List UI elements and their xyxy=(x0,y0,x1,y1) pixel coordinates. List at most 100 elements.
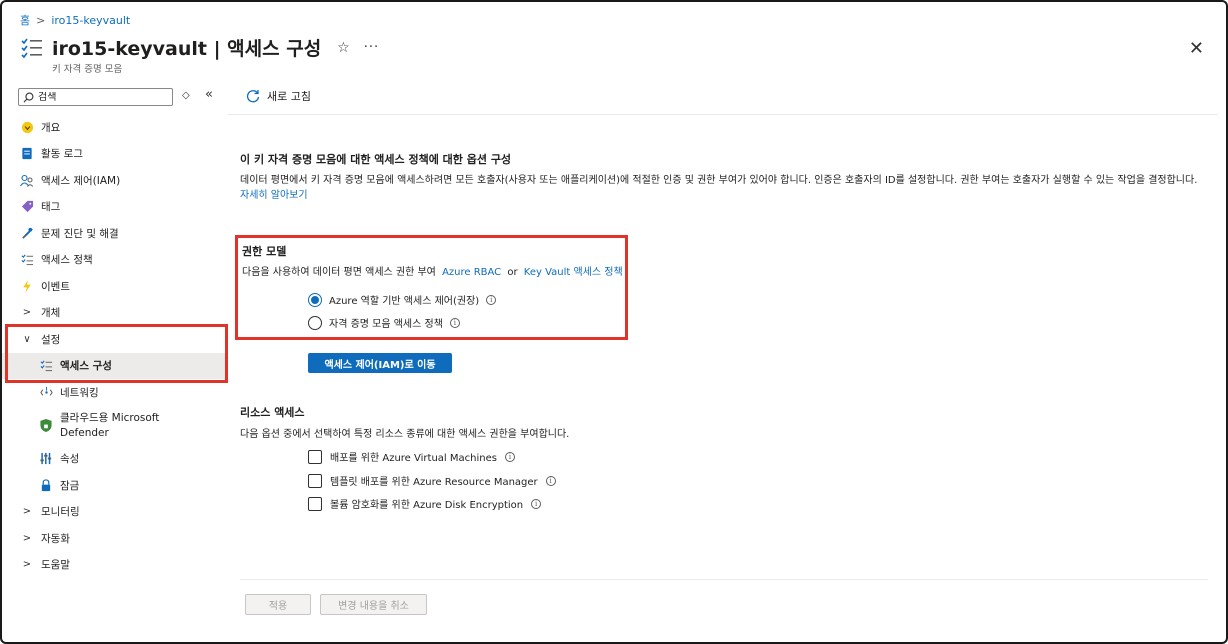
sidebar-item-label: 문제 진단 및 해결 xyxy=(41,227,119,240)
breadcrumb-home-link[interactable]: 홈 xyxy=(20,12,30,28)
command-bar: 새로 고침 xyxy=(246,88,311,104)
sidebar-item-networking[interactable]: 네트워킹 xyxy=(2,379,228,406)
sidebar-search-input[interactable] xyxy=(38,91,158,103)
checkbox-label: 템플릿 배포를 위한 Azure Resource Manager xyxy=(330,477,538,488)
sidebar-item-access-policies[interactable]: 액세스 정책 xyxy=(2,247,228,274)
radio-option-vault-policy[interactable]: 자격 증명 모음 액세스 정책 i xyxy=(308,315,460,330)
goto-iam-button[interactable]: 액세스 제어(IAM)로 이동 xyxy=(308,353,452,373)
sidebar-item-label: 모니터링 xyxy=(41,506,80,519)
sidebar-item-properties[interactable]: 속성 xyxy=(2,446,228,473)
lock-icon xyxy=(39,478,53,492)
radio-button[interactable] xyxy=(308,315,322,330)
checkbox[interactable] xyxy=(308,496,322,511)
checkbox-option-disk-encryption[interactable]: 볼륨 암호화를 위한 Azure Disk Encryption i xyxy=(308,496,542,511)
refresh-icon[interactable] xyxy=(246,89,260,103)
access-config-icon xyxy=(39,359,53,373)
checkbox-label: 볼륨 암호화를 위한 Azure Disk Encryption xyxy=(330,500,524,511)
resource-access-title: 리소스 액세스 xyxy=(240,406,305,419)
permission-model-prefix: 다음을 사용하여 데이터 평면 액세스 권한 부여 xyxy=(242,267,436,278)
sidebar-item-automation[interactable]: > 자동화 xyxy=(2,525,228,552)
sidebar-item-help[interactable]: > 도움말 xyxy=(2,552,228,579)
permission-model-title: 권한 모델 xyxy=(242,245,287,258)
tag-icon xyxy=(20,200,34,214)
info-icon[interactable]: i xyxy=(449,317,460,328)
radio-button-checked[interactable] xyxy=(308,292,322,307)
sidebar-item-label: 개체 xyxy=(41,307,61,320)
sidebar-item-activity-log[interactable]: 활동 로그 xyxy=(2,141,228,168)
checkbox[interactable] xyxy=(308,473,322,488)
defender-icon xyxy=(39,419,53,433)
section-heading: 이 키 자격 증명 모음에 대한 액세스 정책에 대한 옵션 구성 xyxy=(240,153,512,166)
or-text: or xyxy=(507,267,518,278)
sidebar-item-locks[interactable]: 잠금 xyxy=(2,472,228,499)
sidebar-item-label: 속성 xyxy=(60,453,80,466)
more-options-icon[interactable]: ··· xyxy=(364,40,379,55)
checkbox-option-vm[interactable]: 배포를 위한 Azure Virtual Machines i xyxy=(308,449,515,464)
radio-label: Azure 역할 기반 액세스 제어(권장) xyxy=(329,296,480,307)
radio-option-rbac[interactable]: Azure 역할 기반 액세스 제어(권장) i xyxy=(308,292,497,307)
activity-log-icon xyxy=(20,147,34,161)
sidebar-item-label: 네트워킹 xyxy=(60,386,99,399)
checkbox-option-arm[interactable]: 템플릿 배포를 위한 Azure Resource Manager i xyxy=(308,473,556,488)
info-icon[interactable]: i xyxy=(545,475,556,486)
sidebar-item-tags[interactable]: 태그 xyxy=(2,194,228,221)
sidebar-item-defender[interactable]: 클라우드용 Microsoft Defender xyxy=(2,406,228,446)
resource-access-description: 다음 옵션 중에서 선택하여 특정 리소스 종류에 대한 액세스 권한을 부여합… xyxy=(240,429,570,440)
chevron-right-icon: > xyxy=(22,532,32,544)
page-subtitle: 키 자격 증명 모음 xyxy=(52,64,123,75)
sidebar-search[interactable] xyxy=(18,88,173,106)
sidebar-nav: 개요 활동 로그 액세스 제어(IAM) 태그 문제 진단 및 해결 액세스 정… xyxy=(2,114,228,578)
info-icon[interactable]: i xyxy=(486,294,497,305)
breadcrumb-separator-icon: > xyxy=(36,13,46,27)
sidebar-item-label: 액세스 정책 xyxy=(41,254,93,267)
collapse-sidebar-icon[interactable]: « xyxy=(205,87,213,102)
networking-icon xyxy=(39,385,53,399)
checkbox[interactable] xyxy=(308,449,322,464)
azure-rbac-link[interactable]: Azure RBAC xyxy=(442,267,501,278)
sidebar-item-label: 설정 xyxy=(41,333,61,346)
sidebar-item-monitoring[interactable]: > 모니터링 xyxy=(2,499,228,526)
info-icon[interactable]: i xyxy=(531,498,542,509)
learn-more-link[interactable]: 자세히 알아보기 xyxy=(240,188,308,203)
discard-button[interactable]: 변경 내용을 취소 xyxy=(320,594,427,615)
sidebar-item-label: 액세스 제어(IAM) xyxy=(41,174,121,187)
sidebar-item-label: 활동 로그 xyxy=(41,148,83,161)
breadcrumb: 홈 > iro15-keyvault xyxy=(20,12,130,28)
chevron-down-icon: ∨ xyxy=(23,333,31,345)
radio-label: 자격 증명 모음 액세스 정책 xyxy=(329,319,443,330)
sidebar-item-label: 도움말 xyxy=(41,559,70,572)
access-policy-icon xyxy=(20,253,34,267)
search-icon xyxy=(23,92,34,102)
apply-button[interactable]: 적용 xyxy=(245,594,311,615)
title-row: iro15-keyvault | 액세스 구성 ☆ ··· xyxy=(20,34,379,61)
breadcrumb-resource-link[interactable]: iro15-keyvault xyxy=(51,14,130,27)
refresh-button[interactable]: 새로 고침 xyxy=(267,88,311,104)
section-description: 데이터 평면에서 키 자격 증명 모음에 액세스하려면 모든 호출자(사용자 또… xyxy=(240,175,1198,186)
info-icon[interactable]: i xyxy=(504,451,515,462)
sidebar-item-objects[interactable]: > 개체 xyxy=(2,300,228,327)
chevron-right-icon: > xyxy=(22,506,32,518)
sidebar-item-events[interactable]: 이벤트 xyxy=(2,273,228,300)
sidebar-item-access-configuration[interactable]: 액세스 구성 xyxy=(2,352,228,379)
sidebar-item-settings[interactable]: ∨ 설정 xyxy=(2,326,228,353)
toolbar-divider xyxy=(228,114,1218,115)
sidebar-item-diagnose[interactable]: 문제 진단 및 해결 xyxy=(2,220,228,247)
keyvault-policy-link[interactable]: Key Vault 액세스 정책 xyxy=(524,267,623,278)
page-title: iro15-keyvault | 액세스 구성 xyxy=(52,38,322,60)
sidebar-item-overview[interactable]: 개요 xyxy=(2,114,228,141)
sidebar-item-label: 자동화 xyxy=(41,532,70,545)
sort-icon[interactable]: ◇ xyxy=(182,90,190,101)
iam-icon xyxy=(20,173,34,187)
access-config-icon xyxy=(21,38,42,58)
close-icon[interactable]: ✕ xyxy=(1189,38,1204,59)
sidebar-item-label: 클라우드용 Microsoft Defender xyxy=(60,411,160,439)
favorite-star-icon[interactable]: ☆ xyxy=(337,40,350,56)
sidebar-item-label: 태그 xyxy=(41,201,61,214)
sidebar-item-label: 이벤트 xyxy=(41,280,70,293)
footer-divider xyxy=(240,579,1208,580)
properties-icon xyxy=(39,452,53,466)
sidebar-item-iam[interactable]: 액세스 제어(IAM) xyxy=(2,167,228,194)
sidebar-item-label: 잠금 xyxy=(60,479,80,492)
checkbox-label: 배포를 위한 Azure Virtual Machines xyxy=(330,453,497,464)
overview-icon xyxy=(20,120,34,134)
